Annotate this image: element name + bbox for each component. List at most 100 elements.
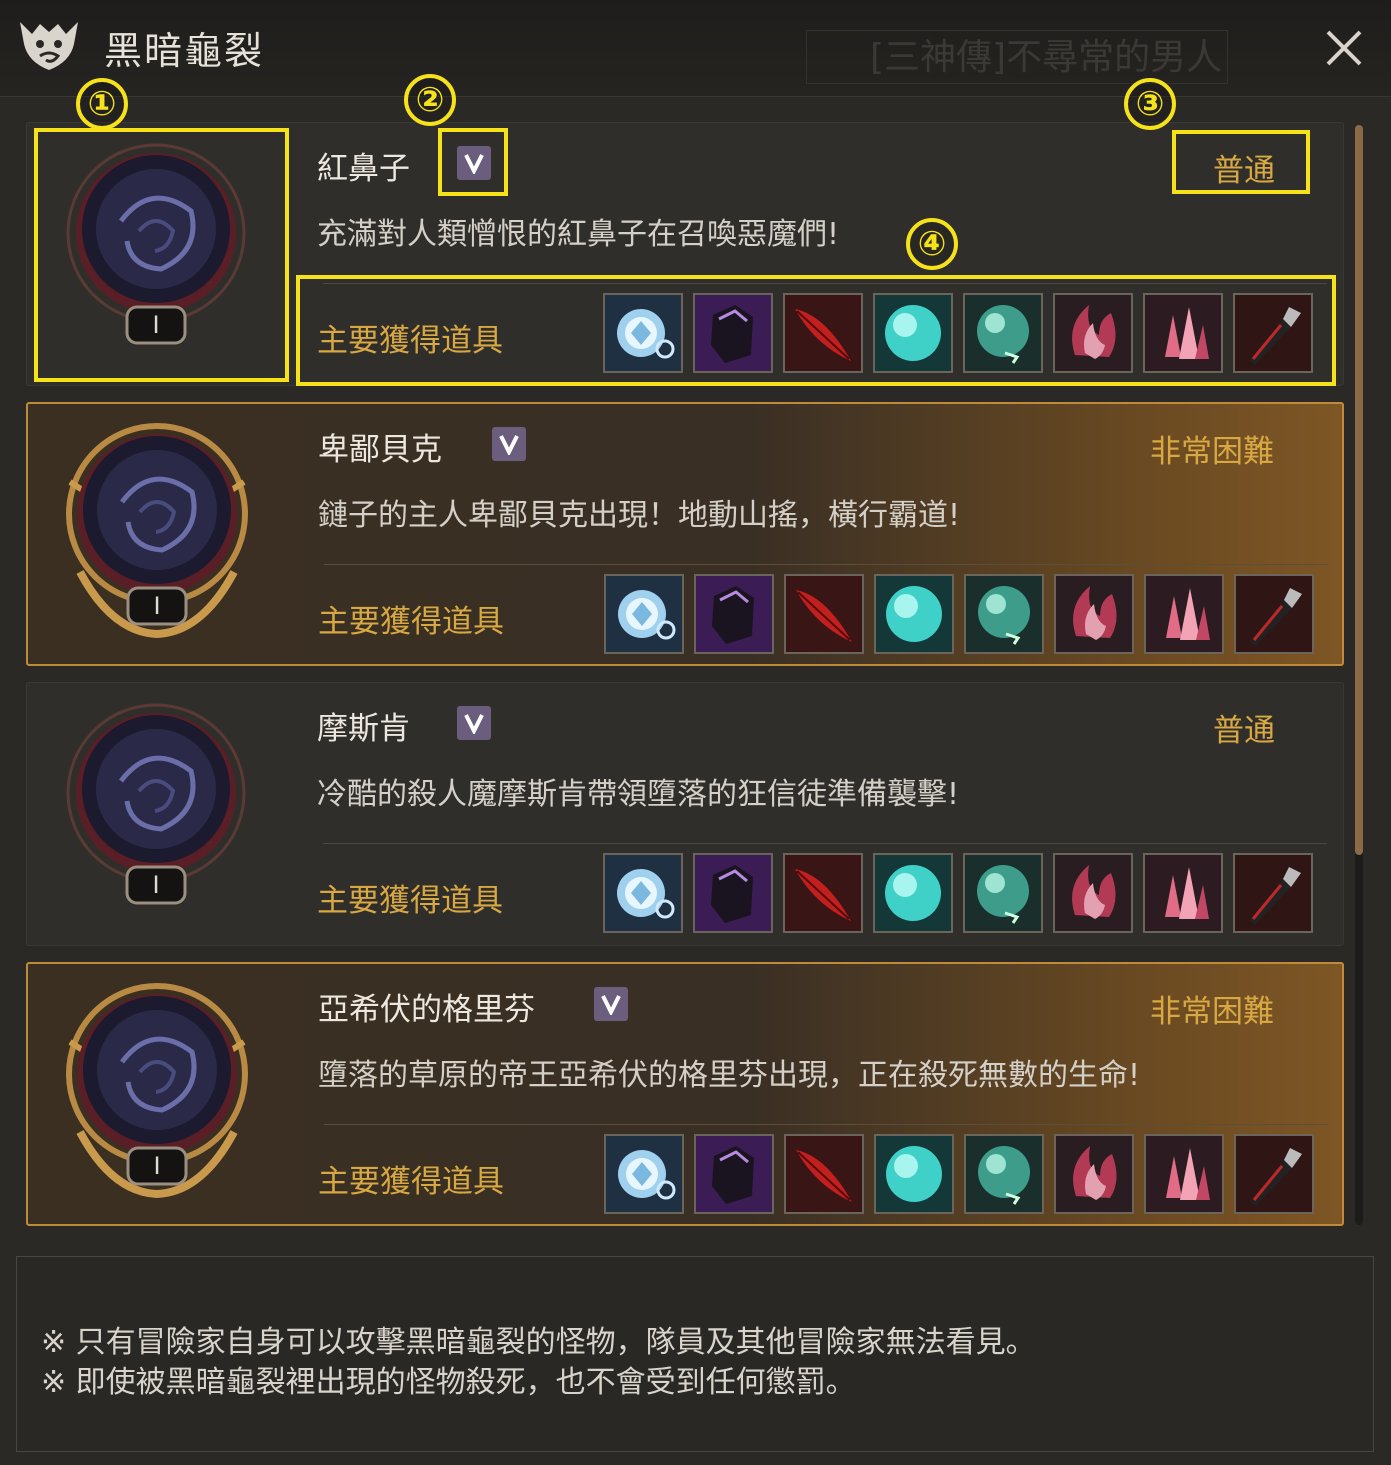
dark-armor-icon (695, 855, 771, 931)
difficulty-label: 非常困難 (1150, 434, 1274, 470)
reward-item-slot[interactable] (693, 853, 773, 933)
chevron-down-icon (499, 435, 519, 455)
reward-item-slot[interactable] (784, 1134, 864, 1214)
title-bar: 黑暗龜裂 [三神傳]不尋常的男人 (0, 0, 1391, 97)
reward-item-slot[interactable] (873, 293, 953, 373)
crystal-ring-icon (605, 295, 681, 371)
reward-item-slot[interactable] (1233, 853, 1313, 933)
reward-item-slot[interactable] (604, 1134, 684, 1214)
jade-orb-icon (966, 576, 1042, 652)
reward-item-slot[interactable] (1234, 1134, 1314, 1214)
rift-list: I 紅鼻子 普通 充滿對人類憎恨的紅鼻子在召喚惡魔們! 主要獲得道具 I 卑鄙貝… (0, 110, 1391, 1240)
annotation-marker-4: ④ (906, 218, 958, 270)
rewards-label: 主要獲得道具 (317, 323, 503, 359)
jade-orb-icon (965, 855, 1041, 931)
dagger-icon (1235, 295, 1311, 371)
reward-item-slot[interactable] (604, 574, 684, 654)
reward-item-slot[interactable] (694, 574, 774, 654)
difficulty-label: 普通 (1213, 713, 1275, 749)
rift-description: 充滿對人類憎恨的紅鼻子在召喚惡魔們! (317, 217, 840, 252)
reward-item-slot[interactable] (784, 574, 864, 654)
red-feather-icon (786, 1136, 862, 1212)
reward-item-slot[interactable] (1054, 1134, 1134, 1214)
reward-item-slot[interactable] (783, 853, 863, 933)
reward-item-slot[interactable] (1144, 1134, 1224, 1214)
expand-chevron-button[interactable] (457, 146, 491, 180)
reward-item-slot[interactable] (1233, 293, 1313, 373)
reward-item-slot[interactable] (1053, 293, 1133, 373)
reward-item-slot[interactable] (964, 574, 1044, 654)
dark-armor-icon (695, 295, 771, 371)
rift-description: 冷酷的殺人魔摩斯肯帶領墮落的狂信徒準備襲擊! (317, 777, 960, 812)
reward-item-slot[interactable] (1144, 574, 1224, 654)
reward-item-slot[interactable] (603, 853, 683, 933)
rewards-label: 主要獲得道具 (318, 1164, 504, 1200)
expand-chevron-button[interactable] (594, 987, 628, 1021)
note-line: ※ 即使被黑暗龜裂裡出現的怪物殺死，也不會受到任何懲罰。 (41, 1365, 856, 1400)
crimson-flame-icon (1055, 295, 1131, 371)
rift-portrait-icon[interactable]: I (62, 982, 252, 1204)
reward-item-slot[interactable] (963, 853, 1043, 933)
rift-card[interactable]: I 卑鄙貝克 非常困難 鏈子的主人卑鄙貝克出現！地動山搖，橫行霸道! 主要獲得道… (26, 402, 1344, 666)
rift-name: 紅鼻子 (317, 151, 410, 187)
reward-item-slot[interactable] (874, 574, 954, 654)
rift-portrait-icon[interactable]: I (61, 701, 251, 923)
reward-item-slot[interactable] (693, 293, 773, 373)
tier-label: I (153, 1152, 160, 1180)
reward-item-slot[interactable] (873, 853, 953, 933)
reward-item-slot[interactable] (874, 1134, 954, 1214)
pink-crystal-icon (1145, 855, 1221, 931)
demon-emblem-icon (20, 22, 78, 70)
divider (323, 843, 1327, 844)
divider (324, 1124, 1328, 1125)
teal-orb-icon (875, 855, 951, 931)
reward-item-slot[interactable] (783, 293, 863, 373)
tier-label: I (152, 871, 159, 899)
expand-chevron-button[interactable] (492, 427, 526, 461)
difficulty-label: 非常困難 (1150, 994, 1274, 1030)
rift-portrait-icon[interactable]: I (62, 422, 252, 644)
chevron-down-icon (601, 995, 621, 1015)
reward-item-slot[interactable] (1234, 574, 1314, 654)
divider (323, 283, 1327, 284)
chevron-down-icon (464, 154, 484, 174)
pink-crystal-icon (1146, 576, 1222, 652)
reward-items (603, 853, 1319, 937)
crystal-ring-icon (606, 576, 682, 652)
reward-item-slot[interactable] (963, 293, 1043, 373)
pink-crystal-icon (1146, 1136, 1222, 1212)
rewards-label: 主要獲得道具 (317, 883, 503, 919)
reward-item-slot[interactable] (1143, 293, 1223, 373)
reward-item-slot[interactable] (964, 1134, 1044, 1214)
rift-card[interactable]: I 摩斯肯 普通 冷酷的殺人魔摩斯肯帶領墮落的狂信徒準備襲擊! 主要獲得道具 (26, 682, 1344, 946)
jade-orb-icon (965, 295, 1041, 371)
note-line: ※ 只有冒險家自身可以攻擊黑暗龜裂的怪物，隊員及其他冒險家無法看見。 (41, 1325, 1036, 1360)
rift-card[interactable]: I 紅鼻子 普通 充滿對人類憎恨的紅鼻子在召喚惡魔們! 主要獲得道具 (26, 122, 1344, 386)
dagger-icon (1236, 576, 1312, 652)
rift-portrait-icon[interactable]: I (61, 141, 251, 363)
dagger-icon (1236, 1136, 1312, 1212)
rift-name: 亞希伏的格里芬 (318, 992, 535, 1028)
expand-chevron-button[interactable] (457, 706, 491, 740)
dark-armor-icon (696, 1136, 772, 1212)
close-button[interactable] (1322, 26, 1366, 70)
reward-item-slot[interactable] (1143, 853, 1223, 933)
rift-name: 摩斯肯 (317, 711, 410, 747)
chevron-down-icon (464, 714, 484, 734)
reward-item-slot[interactable] (603, 293, 683, 373)
crimson-flame-icon (1055, 855, 1131, 931)
reward-items (604, 574, 1320, 658)
red-feather-icon (786, 576, 862, 652)
difficulty-label: 普通 (1213, 153, 1275, 189)
red-feather-icon (785, 855, 861, 931)
rift-description: 鏈子的主人卑鄙貝克出現！地動山搖，橫行霸道! (318, 498, 961, 533)
rewards-label: 主要獲得道具 (318, 604, 504, 640)
notes-panel: ※ 只有冒險家自身可以攻擊黑暗龜裂的怪物，隊員及其他冒險家無法看見。 ※ 即使被… (16, 1256, 1374, 1452)
crystal-ring-icon (606, 1136, 682, 1212)
reward-item-slot[interactable] (1054, 574, 1134, 654)
scrollbar[interactable] (1355, 125, 1363, 1225)
reward-item-slot[interactable] (694, 1134, 774, 1214)
reward-item-slot[interactable] (1053, 853, 1133, 933)
scroll-thumb[interactable] (1355, 125, 1363, 855)
rift-card[interactable]: I 亞希伏的格里芬 非常困難 墮落的草原的帝王亞希伏的格里芬出現，正在殺死無數的… (26, 962, 1344, 1226)
